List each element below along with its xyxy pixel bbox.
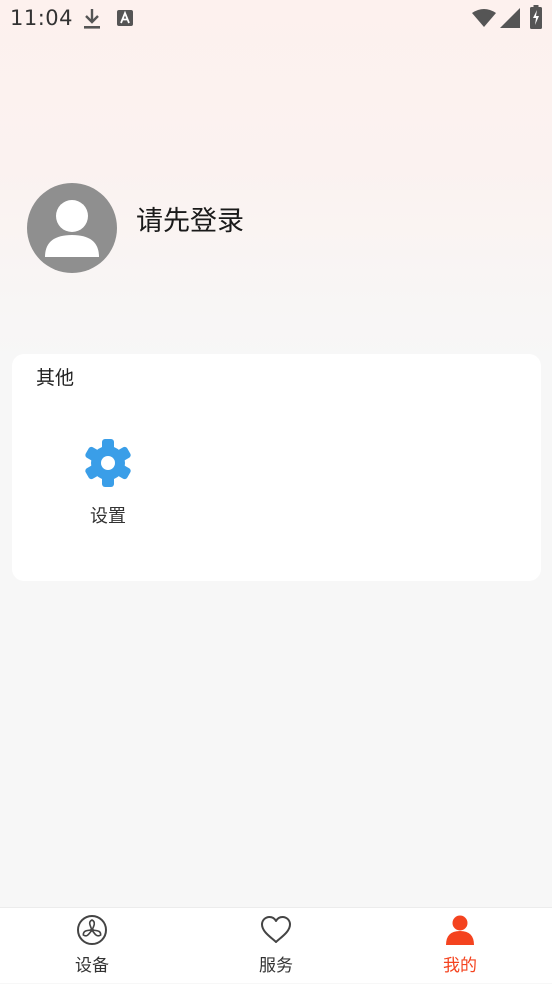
other-section-card: 其他 设置 — [12, 354, 541, 581]
wifi-icon — [472, 9, 496, 27]
settings-item[interactable]: 设置 — [68, 438, 148, 534]
nav-label-services: 服务 — [259, 956, 293, 976]
nav-item-services[interactable]: 服务 — [184, 908, 368, 984]
heart-icon — [261, 916, 291, 943]
fan-icon — [77, 915, 107, 945]
settings-label: 设置 — [90, 506, 126, 527]
nav-item-mine[interactable]: 我的 — [368, 908, 552, 984]
header-background — [0, 0, 552, 360]
gear-icon — [85, 439, 131, 487]
nav-label-mine: 我的 — [443, 956, 477, 976]
bottom-nav: 设备 服务 我的 — [0, 907, 552, 983]
nav-item-devices[interactable]: 设备 — [0, 908, 184, 984]
section-title: 其他 — [36, 367, 75, 389]
status-time: 11:04 — [10, 6, 74, 30]
battery-charging-icon — [530, 5, 542, 29]
download-icon — [84, 9, 100, 29]
status-bar: 11:04 — [0, 0, 552, 38]
avatar[interactable] — [27, 183, 117, 273]
nav-label-devices: 设备 — [75, 956, 109, 976]
login-prompt[interactable]: 请先登录 — [136, 203, 244, 241]
text-a-icon — [117, 10, 133, 26]
user-avatar-icon — [45, 200, 99, 257]
signal-icon — [500, 8, 520, 28]
person-icon — [446, 915, 474, 945]
